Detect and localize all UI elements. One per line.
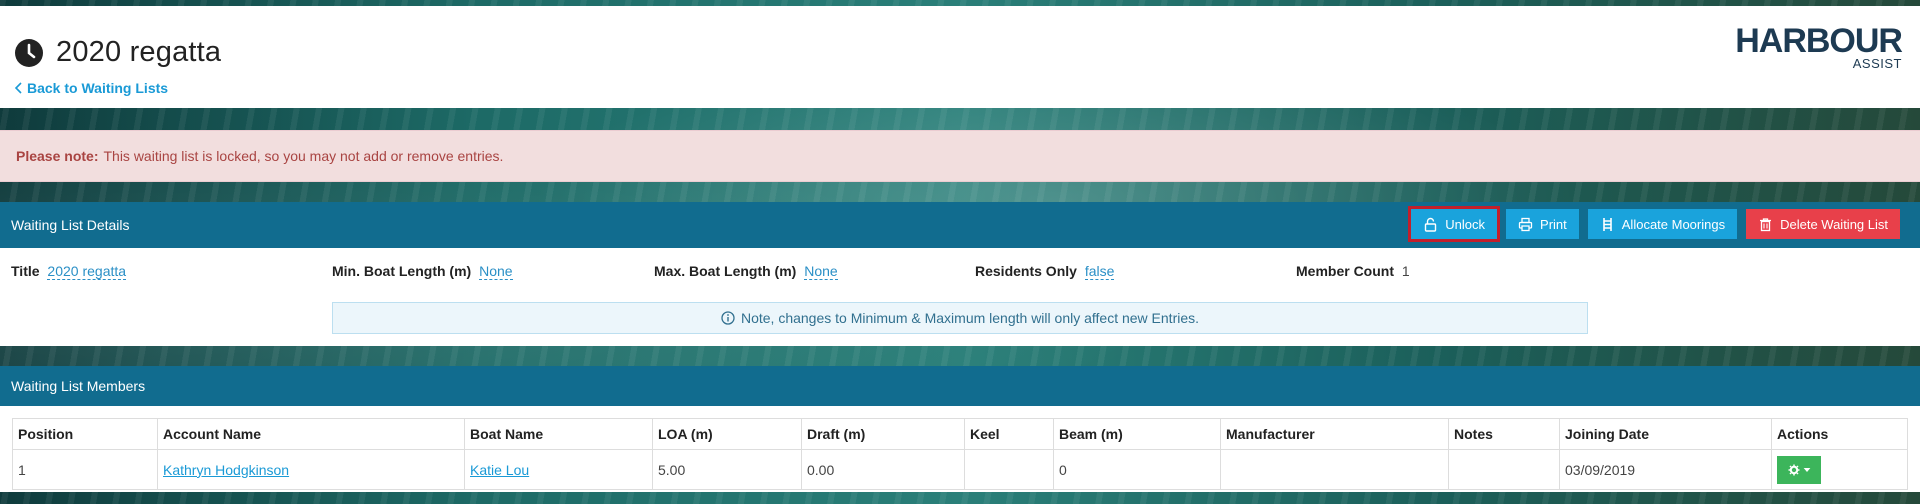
cell-loa: 5.00 xyxy=(652,449,802,490)
cell-joining-date: 03/09/2019 xyxy=(1559,449,1772,490)
min-boat-length-field: Min. Boat Length (m) None xyxy=(332,263,513,280)
table-row: 1 Kathryn Hodgkinson Katie Lou 5.00 0.00… xyxy=(12,449,1908,490)
alert-text: This waiting list is locked, so you may … xyxy=(103,148,504,164)
max-boat-length-field: Max. Boat Length (m) None xyxy=(654,263,838,280)
title-field: Title 2020 regatta xyxy=(11,263,127,280)
unlock-button-label: Unlock xyxy=(1445,216,1486,232)
column-header-draft[interactable]: Draft (m) xyxy=(801,418,965,450)
column-header-account-name[interactable]: Account Name xyxy=(157,418,465,450)
delete-waiting-list-label: Delete Waiting List xyxy=(1780,216,1888,232)
gear-icon xyxy=(1788,464,1799,475)
title-value-editable[interactable]: 2020 regatta xyxy=(47,263,127,280)
waiting-list-members-heading: Waiting List Members xyxy=(0,366,1920,406)
length-change-note: Note, changes to Minimum & Maximum lengt… xyxy=(332,302,1588,334)
column-header-boat-name[interactable]: Boat Name xyxy=(464,418,653,450)
waiting-list-details-body: Title 2020 regatta Min. Boat Length (m) … xyxy=(0,248,1920,346)
chevron-left-icon xyxy=(14,82,22,94)
cell-account-name: Kathryn Hodgkinson xyxy=(157,449,465,490)
delete-waiting-list-button[interactable]: Delete Waiting List xyxy=(1746,209,1900,239)
row-actions-dropdown-button[interactable] xyxy=(1777,455,1821,484)
column-header-actions: Actions xyxy=(1771,418,1908,450)
members-table-header-row: Position Account Name Boat Name LOA (m) … xyxy=(12,418,1908,450)
residents-only-value-editable[interactable]: false xyxy=(1084,263,1115,280)
column-header-loa[interactable]: LOA (m) xyxy=(652,418,802,450)
column-header-joining-date[interactable]: Joining Date xyxy=(1559,418,1772,450)
cell-boat-name: Katie Lou xyxy=(464,449,653,490)
back-link-label: Back to Waiting Lists xyxy=(27,80,169,96)
trash-icon xyxy=(1760,217,1772,231)
cell-notes xyxy=(1448,449,1560,490)
alert-strong: Please note: xyxy=(16,148,99,164)
page-title: 2020 regatta xyxy=(14,36,221,69)
member-count-field: Member Count 1 xyxy=(1296,263,1410,279)
cell-manufacturer xyxy=(1220,449,1449,490)
min-boat-length-value-editable[interactable]: None xyxy=(479,263,513,280)
members-table: Position Account Name Boat Name LOA (m) … xyxy=(12,418,1908,490)
members-heading-text: Waiting List Members xyxy=(11,378,146,394)
cell-draft: 0.00 xyxy=(801,449,965,490)
column-header-keel[interactable]: Keel xyxy=(964,418,1054,450)
caret-down-icon xyxy=(1803,467,1810,472)
boat-name-link[interactable]: Katie Lou xyxy=(470,462,529,478)
harbour-assist-logo[interactable]: HARBOUR ASSIST xyxy=(1735,22,1903,71)
details-heading-text: Waiting List Details xyxy=(11,217,130,233)
column-header-notes[interactable]: Notes xyxy=(1448,418,1560,450)
page-header: 2020 regatta Back to Waiting Lists HARBO… xyxy=(0,6,1920,108)
waiting-list-members-body: Position Account Name Boat Name LOA (m) … xyxy=(0,406,1920,492)
print-button-label: Print xyxy=(1540,216,1567,232)
title-label: Title xyxy=(11,263,40,279)
column-header-beam[interactable]: Beam (m) xyxy=(1053,418,1221,450)
ladder-icon xyxy=(1602,217,1612,231)
column-header-position[interactable]: Position xyxy=(12,418,158,450)
unlock-button[interactable]: Unlock xyxy=(1408,206,1501,242)
cell-actions xyxy=(1771,449,1908,490)
residents-only-label: Residents Only xyxy=(975,263,1077,279)
cell-keel xyxy=(964,449,1054,490)
length-change-note-text: Note, changes to Minimum & Maximum lengt… xyxy=(740,310,1200,326)
column-header-manufacturer[interactable]: Manufacturer xyxy=(1220,418,1449,450)
member-count-value: 1 xyxy=(1401,263,1410,279)
allocate-moorings-button[interactable]: Allocate Moorings xyxy=(1587,209,1738,239)
member-count-label: Member Count xyxy=(1296,263,1394,279)
print-button[interactable]: Print xyxy=(1506,209,1579,239)
residents-only-field: Residents Only false xyxy=(975,263,1115,280)
logo-main-text: HARBOUR xyxy=(1735,22,1903,60)
waiting-list-details-heading: Waiting List Details Unlock Print Alloca… xyxy=(0,202,1920,248)
details-toolbar: Unlock Print Allocate Moorings Delete Wa… xyxy=(1408,206,1900,242)
cell-position: 1 xyxy=(12,449,158,490)
printer-icon xyxy=(1518,217,1533,231)
cell-beam: 0 xyxy=(1053,449,1221,490)
info-circle-icon xyxy=(721,311,735,325)
max-boat-length-label: Max. Boat Length (m) xyxy=(654,263,797,279)
unlock-icon xyxy=(1425,217,1437,232)
locked-alert: Please note: This waiting list is locked… xyxy=(0,130,1920,182)
min-boat-length-label: Min. Boat Length (m) xyxy=(332,263,472,279)
max-boat-length-value-editable[interactable]: None xyxy=(804,263,838,280)
allocate-moorings-label: Allocate Moorings xyxy=(1621,216,1726,232)
clock-icon xyxy=(15,38,43,67)
page-title-text: 2020 regatta xyxy=(56,36,222,68)
account-name-link[interactable]: Kathryn Hodgkinson xyxy=(163,462,289,478)
back-to-waiting-lists-link[interactable]: Back to Waiting Lists xyxy=(14,80,168,96)
